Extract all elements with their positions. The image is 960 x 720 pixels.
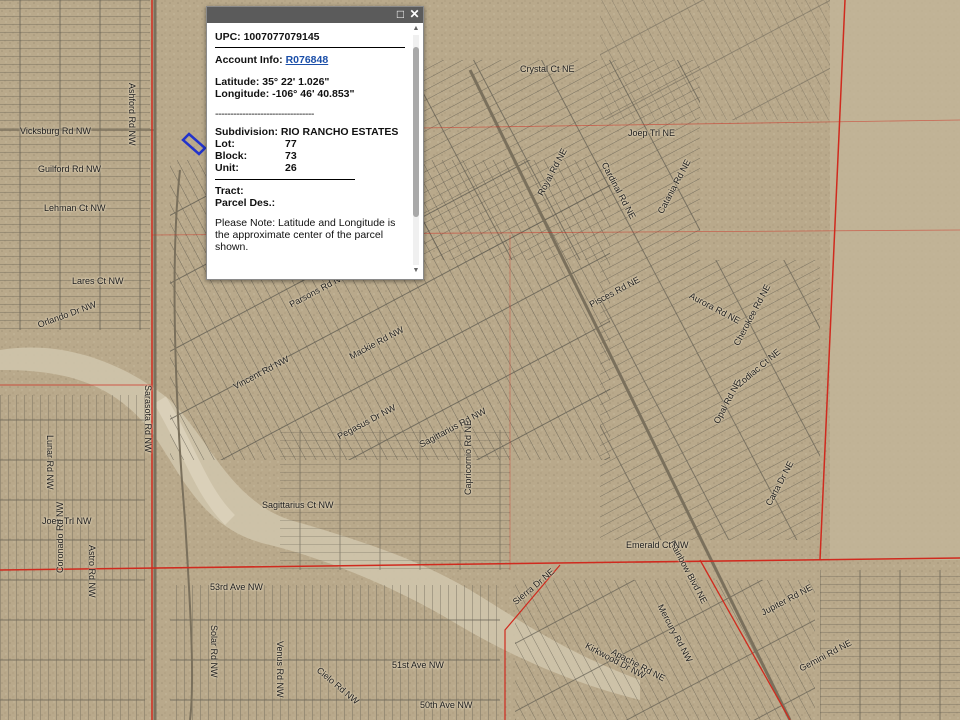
street-label: Crystal Ct NE	[520, 64, 575, 74]
street-label: Lares Ct NW	[72, 276, 124, 286]
tract-label: Tract:	[215, 185, 244, 197]
longitude-label: Longitude:	[215, 88, 270, 100]
street-label: Joep Trl NE	[628, 128, 676, 138]
latitude-value: 35° 22' 1.026"	[262, 76, 330, 88]
street-label: Sagittarius Ct NW	[262, 500, 334, 510]
divider	[215, 47, 405, 48]
street-label: Lehman Ct NW	[44, 203, 106, 213]
note-text: Please Note: Latitude and Longitude is t…	[215, 217, 396, 253]
map-canvas[interactable]	[0, 0, 960, 720]
street-label: 53rd Ave NW	[210, 582, 263, 592]
scroll-down-icon[interactable]: ▼	[411, 267, 421, 275]
latitude-label: Latitude:	[215, 76, 260, 88]
street-label: Venus Rd NW	[275, 641, 285, 698]
divider	[215, 179, 355, 180]
scroll-up-icon[interactable]: ▲	[411, 25, 421, 33]
popup-titlebar: □ ✕	[207, 7, 423, 23]
street-label: Guilford Rd NW	[38, 164, 102, 174]
block-label: Block:	[215, 150, 248, 162]
parcel-block-northeast	[600, 0, 830, 120]
upc-label: UPC:	[215, 31, 241, 43]
street-label: Coronado Rd NW	[55, 501, 65, 573]
street-label: Vicksburg Rd NW	[20, 126, 91, 136]
street-label: Astro Rd NW	[87, 545, 97, 598]
parcel-info-popup: □ ✕ UPC: 1007077079145 Account Info: R07…	[206, 6, 424, 280]
street-label: Joep Trl NW	[42, 516, 92, 526]
subdivision-label: Subdivision:	[215, 126, 278, 138]
open-land	[830, 0, 960, 560]
subdivision-value: RIO RANCHO ESTATES	[280, 126, 399, 138]
street-label: Emerald Ct NW	[626, 540, 689, 550]
parcel-block-southeast	[515, 580, 815, 720]
parcel-block-southwest	[0, 395, 145, 720]
separator-line: ---------------------------------	[215, 108, 314, 120]
street-label: Ashford Rd NW	[127, 83, 137, 146]
unit-label: Unit:	[215, 162, 239, 174]
account-label: Account Info:	[215, 54, 283, 66]
street-label: Solar Rd NW	[209, 625, 219, 678]
street-label: Lunar Rd NW	[45, 435, 55, 490]
parcel-des-label: Parcel Des.:	[215, 197, 276, 209]
longitude-value: -106° 46' 40.853"	[272, 88, 355, 100]
street-label: Sarasota Rd NW	[143, 385, 153, 453]
lot-value: 77	[285, 138, 297, 150]
lot-label: Lot:	[215, 138, 235, 150]
account-link[interactable]: R076848	[286, 54, 329, 66]
popup-scrollbar[interactable]: ▲ ▼	[411, 25, 421, 275]
block-value: 73	[285, 150, 297, 162]
upc-value: 1007077079145	[243, 31, 320, 43]
close-icon[interactable]: ✕	[408, 8, 421, 21]
scroll-thumb[interactable]	[413, 47, 419, 217]
street-label: Capricornio Rd NE	[463, 419, 473, 495]
street-label: 51st Ave NW	[392, 660, 444, 670]
popup-content: UPC: 1007077079145 Account Info: R076848…	[207, 23, 409, 279]
street-label: 50th Ave NW	[420, 700, 473, 710]
maximize-icon[interactable]: □	[394, 8, 407, 21]
parcel-map[interactable]: Vicksburg Rd NW Guilford Rd NW Lehman Ct…	[0, 0, 960, 720]
unit-value: 26	[285, 162, 297, 174]
